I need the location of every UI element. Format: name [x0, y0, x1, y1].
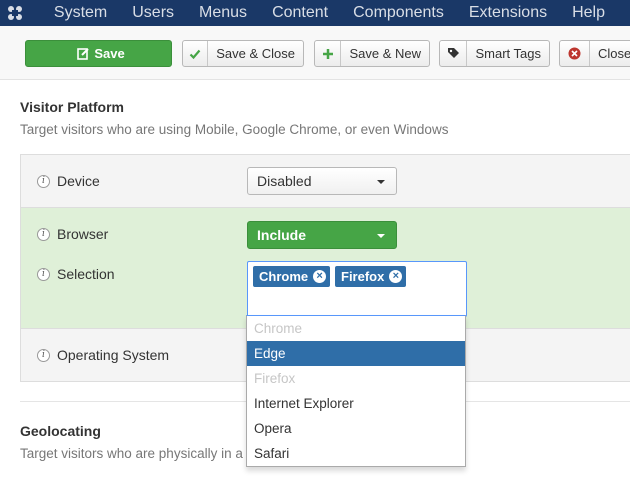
- dropdown-option-internet-explorer[interactable]: Internet Explorer: [247, 391, 465, 416]
- close-circle-icon: [560, 41, 590, 66]
- dropdown-option-safari[interactable]: Safari: [247, 441, 465, 466]
- menu-users[interactable]: Users: [132, 0, 174, 26]
- menu-menus[interactable]: Menus: [199, 0, 247, 26]
- save-new-button[interactable]: Save & New: [314, 40, 430, 67]
- smart-tags-button[interactable]: Smart Tags: [439, 40, 550, 67]
- plus-icon: [315, 41, 342, 66]
- selection-field-label: i Selection: [37, 266, 115, 282]
- top-menu-bar: System Users Menus Content Components Ex…: [0, 0, 630, 26]
- browser-select[interactable]: Include: [247, 221, 397, 249]
- chip-label: Chrome: [259, 269, 309, 284]
- save-new-label: Save & New: [349, 46, 421, 61]
- browser-select-value: Include: [257, 227, 307, 243]
- menu-system[interactable]: System: [54, 0, 107, 26]
- save-label: Save: [94, 46, 125, 61]
- dropdown-option-firefox: Firefox: [254, 371, 296, 386]
- tag-icon: [440, 41, 468, 66]
- remove-chip-icon[interactable]: ×: [313, 270, 327, 283]
- os-field-label: i Operating System: [37, 347, 169, 363]
- menu-help[interactable]: Help: [572, 0, 605, 26]
- check-icon: [183, 41, 209, 66]
- dropdown-option-edge[interactable]: Edge: [247, 341, 465, 366]
- info-icon[interactable]: i: [37, 348, 50, 362]
- close-button[interactable]: Close: [559, 40, 630, 67]
- dropdown-option-chrome: Chrome: [254, 321, 303, 336]
- save-close-label: Save & Close: [216, 46, 295, 61]
- caret-down-icon: [377, 180, 385, 184]
- chip-label: Firefox: [341, 269, 385, 284]
- joomla-logo-icon[interactable]: [0, 0, 30, 26]
- geolocating-description: Target visitors who are physically in a …: [20, 446, 254, 461]
- selection-dropdown: Chrome Edge Firefox Internet Explorer Op…: [246, 315, 466, 467]
- selected-chip-firefox: Firefox ×: [335, 266, 407, 287]
- os-label: Operating System: [57, 347, 170, 363]
- browser-label: Browser: [57, 226, 109, 242]
- info-icon[interactable]: i: [37, 227, 50, 241]
- device-field-label: i Device: [37, 173, 100, 189]
- info-icon[interactable]: i: [37, 267, 50, 281]
- menu-content[interactable]: Content: [272, 0, 328, 26]
- device-label: Device: [57, 173, 100, 189]
- info-icon[interactable]: i: [37, 174, 50, 188]
- save-button[interactable]: Save: [25, 40, 172, 67]
- dropdown-option-opera[interactable]: Opera: [247, 416, 465, 441]
- visitor-platform-description: Target visitors who are using Mobile, Go…: [20, 122, 449, 137]
- save-close-button[interactable]: Save & Close: [182, 40, 304, 67]
- device-select[interactable]: Disabled: [247, 167, 397, 195]
- selection-multiselect[interactable]: Chrome × Firefox ×: [247, 261, 467, 317]
- menu-extensions[interactable]: Extensions: [469, 0, 547, 26]
- selection-label: Selection: [57, 266, 115, 282]
- browser-field-label: i Browser: [37, 226, 108, 242]
- geolocating-title: Geolocating: [20, 423, 101, 439]
- edit-icon: [72, 41, 94, 66]
- close-label: Close: [598, 46, 630, 61]
- remove-chip-icon[interactable]: ×: [389, 270, 403, 283]
- menu-components[interactable]: Components: [353, 0, 444, 26]
- visitor-platform-title: Visitor Platform: [20, 99, 124, 115]
- caret-down-icon: [377, 234, 385, 238]
- toolbar: Save Save & Close Save & New Smart Tags …: [0, 26, 630, 80]
- smart-tags-label: Smart Tags: [475, 46, 541, 61]
- device-select-value: Disabled: [257, 173, 312, 189]
- selected-chip-chrome: Chrome ×: [253, 266, 331, 287]
